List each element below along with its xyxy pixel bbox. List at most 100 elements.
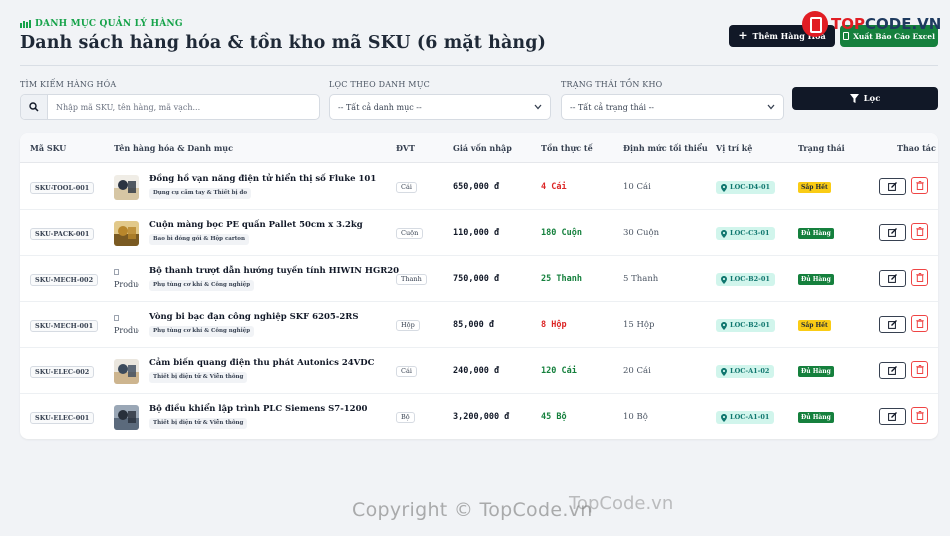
search-box	[20, 94, 320, 120]
min-stock: 10 Cái	[623, 182, 651, 192]
shelf-location-badge: LOC-B2-01	[716, 319, 775, 332]
category-select[interactable]: -- Tất cả danh mục --	[329, 94, 551, 120]
edit-icon	[888, 320, 897, 329]
stock-status-badge: Đủ Hàng	[798, 228, 834, 239]
edit-button[interactable]	[879, 270, 906, 287]
edit-icon	[888, 366, 897, 375]
map-pin-icon	[721, 321, 727, 330]
table-row: SKU-ELEC-001 Bộ điều khiển lập trình PLC …	[20, 394, 938, 439]
unit-badge: Thanh	[396, 274, 427, 285]
delete-button[interactable]	[911, 223, 928, 240]
page: DANH MỤC QUẢN LÝ HÀNG Danh sách hàng hóa…	[0, 0, 950, 536]
product-thumbnail	[114, 221, 139, 246]
edit-button[interactable]	[879, 408, 906, 425]
unit-badge: Cái	[396, 182, 417, 193]
product-category-badge: Thiết bị điện tử & Viễn thông	[149, 418, 248, 429]
cost-price: 240,000 đ	[453, 366, 500, 376]
edit-button[interactable]	[879, 362, 906, 379]
table-row: SKU-MECH-002 Product Bộ thanh trượt dẫn hư…	[20, 256, 938, 302]
column-header-min-stock: Định mức tối thiểu	[623, 143, 708, 153]
column-header-name: Tên hàng hóa & Danh mục	[114, 143, 233, 153]
product-thumbnail	[114, 175, 139, 200]
column-header-cost: Giá vốn nhập	[453, 143, 512, 153]
product-name: Đồng hồ vạn năng điện tử hiển thị số Flu…	[149, 174, 377, 184]
column-header-location: Vị trí kệ	[716, 143, 753, 153]
product-table: Mã SKU Tên hàng hóa & Danh mục ĐVT Giá v…	[20, 133, 938, 439]
map-pin-icon	[721, 229, 727, 238]
topcode-logo-mark	[802, 11, 828, 37]
product-name: Bộ điều khiển lập trình PLC Siemens S7-1…	[149, 404, 368, 414]
column-header-actions: Thao tác	[897, 143, 936, 153]
product-thumbnail	[114, 359, 139, 384]
stock-status-badge: Sắp Hết	[798, 320, 831, 331]
trash-icon	[915, 273, 924, 282]
edit-button[interactable]	[879, 316, 906, 333]
stock-status-badge: Đủ Hàng	[798, 274, 834, 285]
cost-price: 85,000 đ	[453, 320, 494, 330]
table-row: SKU-PACK-001 Cuộn màng bọc PE quấn Pallet…	[20, 210, 938, 256]
product-category-badge: Dụng cụ cầm tay & Thiết bị đo	[149, 188, 252, 199]
chevron-down-icon	[767, 104, 775, 110]
column-header-unit: ĐVT	[396, 143, 416, 153]
table-header: Mã SKU Tên hàng hóa & Danh mục ĐVT Giá v…	[20, 133, 938, 163]
shelf-location-badge: LOC-C3-01	[716, 227, 775, 240]
topcode-watermark: TopCode.vn	[569, 493, 674, 514]
product-name: Bộ thanh trượt dẫn hướng tuyến tính HIWI…	[149, 266, 400, 276]
category-select-value: -- Tất cả danh mục --	[338, 102, 422, 112]
breadcrumb: DANH MỤC QUẢN LÝ HÀNG	[20, 19, 183, 29]
edit-icon	[888, 274, 897, 283]
min-stock: 15 Hộp	[623, 320, 655, 330]
broken-image-icon	[114, 269, 119, 275]
product-category-badge: Phụ tùng cơ khí & Công nghiệp	[149, 280, 255, 291]
broken-image-icon	[114, 315, 119, 321]
delete-button[interactable]	[911, 269, 928, 286]
search-input[interactable]	[48, 95, 319, 119]
sku-badge: SKU-MECH-001	[30, 320, 99, 332]
stock-quantity: 4 Cái	[541, 182, 567, 192]
delete-button[interactable]	[911, 361, 928, 378]
plus-icon: +	[738, 29, 748, 42]
sku-badge: SKU-ELEC-001	[30, 412, 95, 424]
stock-quantity: 25 Thanh	[541, 274, 582, 284]
search-label: TÌM KIẾM HÀNG HÓA	[20, 80, 117, 89]
stock-status-filter-label: TRẠNG THÁI TỒN KHO	[561, 80, 663, 89]
cost-price: 750,000 đ	[453, 274, 500, 284]
category-filter-label: LỌC THEO DANH MỤC	[329, 80, 430, 89]
stock-status-select[interactable]: -- Tất cả trạng thái --	[561, 94, 784, 120]
delete-button[interactable]	[911, 407, 928, 424]
edit-button[interactable]	[879, 178, 906, 195]
trash-icon	[915, 181, 924, 190]
stock-quantity: 180 Cuộn	[541, 228, 582, 238]
filter-button[interactable]: Lọc	[792, 87, 938, 110]
edit-button[interactable]	[879, 224, 906, 241]
column-header-status: Trạng thái	[798, 143, 845, 153]
cost-price: 3,200,000 đ	[453, 412, 510, 422]
delete-button[interactable]	[911, 315, 928, 332]
shelf-location-badge: LOC-A1-02	[716, 365, 775, 378]
delete-button[interactable]	[911, 177, 928, 194]
copyright-watermark: Copyright © TopCode.vn	[352, 499, 593, 521]
product-thumbnail	[114, 405, 139, 430]
table-row: SKU-TOOL-001 Đồng hồ vạn năng điện tử hiể…	[20, 164, 938, 210]
map-pin-icon	[721, 413, 727, 422]
stock-quantity: 8 Hộp	[541, 320, 567, 330]
funnel-icon	[849, 94, 859, 103]
product-image-broken: Product	[114, 267, 139, 292]
trash-icon	[915, 365, 924, 374]
chevron-down-icon	[534, 104, 542, 110]
stock-quantity: 45 Bộ	[541, 412, 567, 422]
unit-badge: Cuộn	[396, 228, 424, 239]
product-name: Vòng bi bạc đạn công nghiệp SKF 6205-2RS	[149, 312, 359, 322]
trash-icon	[915, 319, 924, 328]
product-category-badge: Thiết bị điện tử & Viễn thông	[149, 372, 248, 383]
shelf-location-badge: LOC-A1-01	[716, 411, 775, 424]
shelf-location-badge: LOC-B2-01	[716, 273, 775, 286]
product-name: Cảm biến quang điện thu phát Autonics 24…	[149, 358, 375, 368]
map-pin-icon	[721, 183, 727, 192]
product-image-broken: Product	[114, 313, 139, 338]
min-stock: 30 Cuộn	[623, 228, 660, 238]
map-pin-icon	[721, 367, 727, 376]
trash-icon	[915, 227, 924, 236]
edit-icon	[888, 412, 897, 421]
table-row: SKU-ELEC-002 Cảm biến quang điện thu phát…	[20, 348, 938, 394]
